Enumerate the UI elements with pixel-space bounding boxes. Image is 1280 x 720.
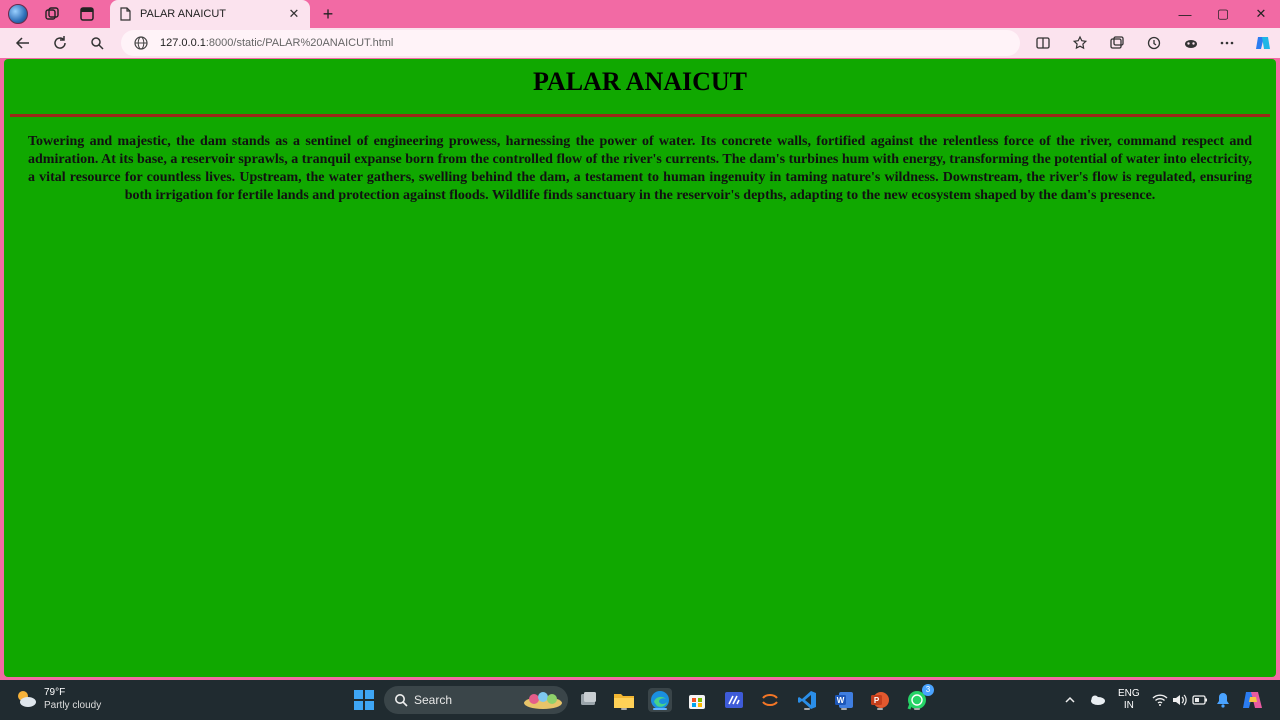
powerpoint-icon[interactable]: P — [868, 688, 892, 712]
weather-temp: 79°F — [44, 687, 66, 698]
whatsapp-icon[interactable]: 3 — [905, 684, 934, 712]
file-explorer-icon[interactable] — [612, 688, 636, 712]
reload-button[interactable] — [49, 33, 71, 53]
language-line2: IN — [1123, 700, 1134, 711]
jupyter-icon[interactable] — [758, 688, 782, 712]
chevron-up-icon[interactable] — [1058, 688, 1082, 712]
history-icon[interactable] — [1143, 33, 1165, 53]
tab-title: PALAR ANAICUT — [140, 8, 226, 20]
url-host: 127.0.0.1 — [160, 37, 206, 49]
edge-icon[interactable] — [648, 688, 672, 712]
back-button[interactable] — [12, 33, 34, 53]
active-indicator — [653, 708, 667, 710]
page-title: PALAR ANAICUT — [532, 67, 748, 96]
url-path: :8000/static/PALAR%20ANAICUT.html — [205, 37, 394, 49]
running-indicator — [914, 708, 920, 710]
active-tab[interactable]: PALAR ANAICUT ✕ — [110, 0, 310, 28]
word-icon[interactable]: W — [832, 688, 856, 712]
copilot-taskbar-icon[interactable] — [1241, 688, 1265, 712]
running-indicator — [877, 708, 883, 710]
store-icon[interactable] — [685, 688, 709, 712]
language-line1: ENG — [1118, 688, 1140, 699]
page-icon — [120, 7, 131, 21]
page-viewport: PALAR ANAICUT Towering and majestic, the… — [4, 59, 1276, 677]
taskbar: 79°F Partly cloudy Search W P 3 ENG IN — [0, 680, 1280, 720]
kite-icon[interactable] — [722, 688, 746, 712]
close-tab-icon[interactable]: ✕ — [286, 6, 302, 22]
more-menu-icon[interactable] — [1216, 33, 1238, 53]
svg-text:P: P — [874, 696, 880, 705]
url-text: 127.0.0.1:8000/static/PALAR%20ANAICUT.ht… — [160, 37, 393, 49]
vscode-icon[interactable] — [795, 688, 819, 712]
horizontal-rule — [10, 114, 1270, 117]
site-info-icon[interactable] — [133, 35, 149, 51]
taskbar-search-label: Search — [414, 693, 453, 707]
new-tab-button[interactable]: + — [318, 4, 338, 24]
page-paragraph: Towering and majestic, the dam stands as… — [28, 134, 1252, 203]
tab-strip: PALAR ANAICUT ✕ + — ▢ ✕ — [0, 0, 1280, 28]
workspaces-icon[interactable] — [42, 4, 62, 24]
partly-cloudy-icon — [18, 691, 36, 707]
svg-text:W: W — [837, 696, 845, 705]
tab-actions-icon[interactable] — [77, 4, 97, 24]
search-highlight-icon — [524, 692, 562, 709]
task-view-icon[interactable] — [576, 688, 600, 712]
search-icon — [395, 694, 408, 707]
collections-icon[interactable] — [1106, 33, 1128, 53]
weather-widget[interactable]: 79°F Partly cloudy — [14, 686, 101, 712]
profile-icon[interactable] — [8, 4, 28, 24]
weather-condition: Partly cloudy — [44, 700, 102, 711]
copilot-icon[interactable] — [1252, 33, 1274, 53]
running-indicator — [804, 708, 810, 710]
maximize-button[interactable]: ▢ — [1204, 0, 1242, 28]
taskbar-search[interactable]: Search — [384, 686, 568, 714]
favorites-icon[interactable] — [1069, 33, 1091, 53]
notification-badge: 3 — [922, 684, 934, 696]
language-indicator[interactable]: ENG IN — [1118, 688, 1140, 712]
battery-icon[interactable] — [1188, 688, 1212, 712]
notifications-icon[interactable] — [1211, 688, 1235, 712]
start-button[interactable] — [352, 688, 376, 712]
minimize-button[interactable]: — — [1166, 0, 1204, 28]
address-bar[interactable]: 127.0.0.1:8000/static/PALAR%20ANAICUT.ht… — [121, 30, 1020, 56]
split-screen-icon[interactable] — [1032, 33, 1054, 53]
close-window-button[interactable]: ✕ — [1242, 0, 1280, 28]
search-icon[interactable] — [86, 33, 108, 53]
running-indicator — [621, 708, 627, 710]
extensions-icon[interactable] — [1180, 33, 1202, 53]
running-indicator — [841, 708, 847, 710]
browser-toolbar: 127.0.0.1:8000/static/PALAR%20ANAICUT.ht… — [0, 28, 1280, 58]
onedrive-icon[interactable] — [1085, 688, 1109, 712]
